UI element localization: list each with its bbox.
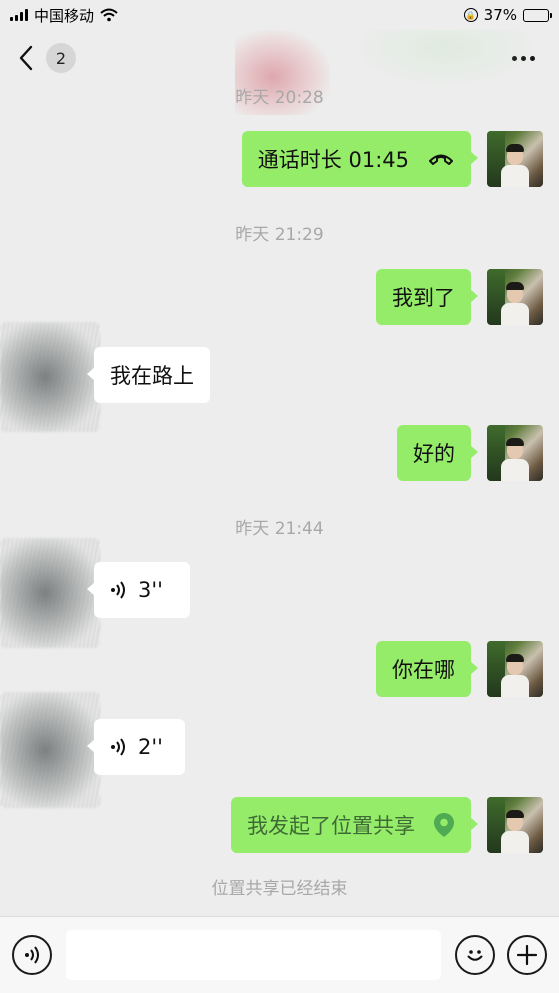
message-text: 我到了 [392,286,455,310]
timestamp: 昨天 21:44 [235,519,324,539]
timestamp: 昨天 21:29 [235,225,324,245]
unread-count-badge[interactable]: 2 [46,43,76,73]
chat-header: 2 [0,30,559,115]
cellular-signal-icon [10,9,28,21]
timestamp: 昨天 20:28 [235,88,324,108]
my-avatar[interactable] [487,425,543,481]
system-notice: 位置共享已经结束 [211,879,348,899]
message-bubble[interactable]: 你在哪 [376,641,478,697]
carrier-name: 中国移动 [34,6,95,25]
redacted-header-area [345,30,545,90]
message-bubble[interactable]: 好的 [397,425,478,481]
voice-input-icon[interactable] [12,935,52,975]
wifi-icon [100,8,118,22]
voice-message-bubble[interactable]: 3'' [87,562,190,618]
message-text: 我在路上 [110,364,194,388]
message-text: 我发起了位置共享 [247,814,415,838]
back-icon[interactable] [18,44,36,72]
battery-icon [523,8,552,22]
message-list: 昨天 20:28 通话时长 01:45 昨天 21:29 我到了 我在路上 好的… [0,86,559,916]
emoji-icon[interactable] [455,935,495,975]
redacted-contact-avatar[interactable] [0,538,100,648]
message-text: 好的 [413,442,455,466]
voice-message-bubble[interactable]: 2'' [87,719,185,775]
voice-wave-icon [110,580,126,600]
call-duration-bubble[interactable]: 通话时长 01:45 [241,131,479,187]
message-input[interactable] [66,930,441,980]
voice-duration: 3'' [138,578,163,602]
location-share-bubble[interactable]: 我发起了位置共享 [231,797,478,853]
location-pin-icon [433,812,455,838]
my-avatar[interactable] [487,797,543,853]
message-bubble[interactable]: 我在路上 [87,347,210,403]
battery-percent: 37% [483,6,517,24]
orientation-lock-icon: 🔒 [463,8,478,22]
status-bar: 中国移动 🔒 37% [0,0,559,30]
voice-wave-icon [110,737,126,757]
voice-duration: 2'' [138,735,163,759]
message-text: 你在哪 [392,658,455,682]
message-bubble[interactable]: 我到了 [376,269,478,325]
my-avatar[interactable] [487,131,543,187]
input-bar [0,916,559,993]
my-avatar[interactable] [487,269,543,325]
message-text: 通话时长 01:45 [257,148,409,172]
add-icon[interactable] [507,935,547,975]
phone-hangup-icon [427,152,455,166]
redacted-contact-avatar[interactable] [0,322,100,432]
my-avatar[interactable] [487,641,543,697]
redacted-contact-avatar[interactable] [0,692,100,808]
